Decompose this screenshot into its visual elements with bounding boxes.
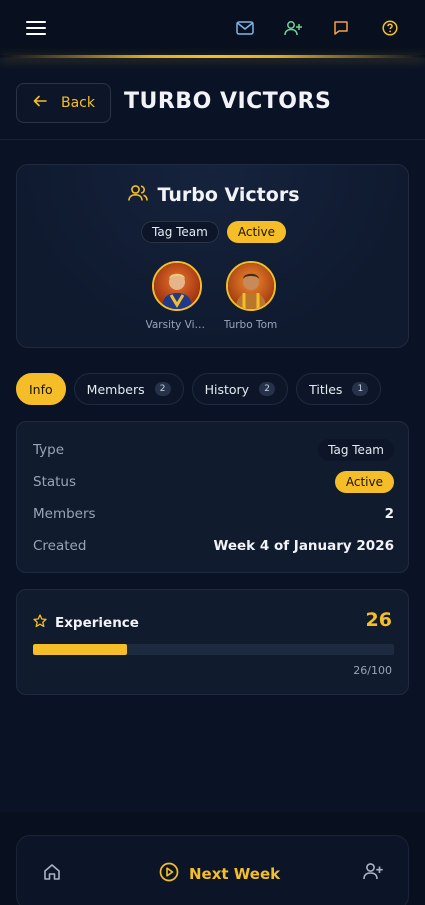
tab-label: History	[204, 381, 250, 397]
experience-progress-fill	[33, 644, 127, 655]
member-card[interactable]: Turbo Tom	[222, 261, 280, 331]
users-icon	[127, 184, 148, 206]
header-glow-divider	[0, 55, 425, 58]
team-name-row: Turbo Victors	[17, 184, 410, 206]
tab-count-badge: 2	[154, 382, 171, 396]
tab-info[interactable]: Info	[16, 373, 66, 405]
experience-value: 26	[365, 609, 392, 631]
info-label: Status	[33, 474, 77, 490]
home-icon[interactable]	[42, 862, 62, 886]
tab-label: Titles	[309, 381, 343, 397]
wrestler-avatar	[225, 261, 276, 311]
member-card[interactable]: Varsity Vic...	[145, 261, 208, 331]
page-title: TURBO VICTORS	[124, 89, 332, 114]
tab-titles[interactable]: Titles 1	[296, 373, 382, 405]
status-badge: Active	[334, 471, 394, 493]
info-label: Type	[33, 442, 65, 458]
info-row-type: Type Tag Team	[33, 439, 394, 461]
top-bar	[0, 0, 425, 58]
team-members-row: Varsity Vic... Turbo Tom	[17, 261, 410, 331]
team-type-chip: Tag Team	[141, 221, 219, 243]
info-row-status: Status Active	[33, 471, 394, 493]
header-divider	[0, 139, 425, 140]
experience-progress-track	[33, 644, 394, 655]
wrestler-avatar	[151, 261, 202, 311]
member-name: Varsity Vic...	[145, 319, 208, 331]
tab-label: Info	[29, 381, 53, 397]
info-label: Created	[33, 538, 87, 554]
members-value: 2	[384, 506, 394, 522]
info-label: Members	[33, 506, 96, 522]
next-week-button[interactable]: Next Week	[159, 862, 280, 886]
chat-icon[interactable]	[329, 16, 353, 40]
add-user-icon[interactable]	[363, 862, 383, 884]
next-week-label: Next Week	[189, 865, 281, 883]
arrow-left-icon	[33, 95, 47, 111]
experience-title: Experience	[33, 614, 139, 632]
back-label: Back	[61, 95, 95, 111]
star-icon	[33, 614, 47, 632]
help-icon[interactable]	[378, 16, 402, 40]
info-card: Type Tag Team Status Active Members 2 Cr…	[16, 421, 409, 573]
team-status-chip: Active	[226, 221, 286, 243]
tab-history[interactable]: History 2	[191, 373, 289, 405]
created-value: Week 4 of January 2026	[213, 538, 394, 554]
team-chips: Tag Team Active	[17, 221, 410, 243]
type-value-pill: Tag Team	[318, 439, 394, 461]
team-tabs: Info Members 2 History 2 Titles 1	[16, 373, 382, 405]
back-button[interactable]: Back	[16, 83, 111, 123]
tab-members[interactable]: Members 2	[73, 373, 184, 405]
experience-card: Experience 26 26/100	[16, 589, 409, 695]
info-row-created: Created Week 4 of January 2026	[33, 538, 394, 554]
info-row-members: Members 2	[33, 506, 394, 522]
tab-label: Members	[86, 381, 145, 397]
bottom-nav: Next Week	[16, 835, 409, 905]
tab-count-badge: 2	[259, 382, 276, 396]
add-user-icon[interactable]	[281, 16, 305, 40]
tab-count-badge: 1	[352, 382, 369, 396]
menu-icon[interactable]	[24, 16, 48, 40]
experience-label: Experience	[55, 615, 139, 631]
app-root: Back TURBO VICTORS Turbo Victors Tag Tea…	[0, 0, 425, 905]
member-name: Turbo Tom	[223, 319, 278, 331]
play-circle-icon	[159, 862, 179, 886]
team-name: Turbo Victors	[157, 184, 300, 206]
team-card: Turbo Victors Tag Team Active Varsity Vi…	[16, 164, 409, 348]
experience-caption: 26/100	[353, 664, 392, 677]
mail-icon[interactable]	[233, 16, 257, 40]
